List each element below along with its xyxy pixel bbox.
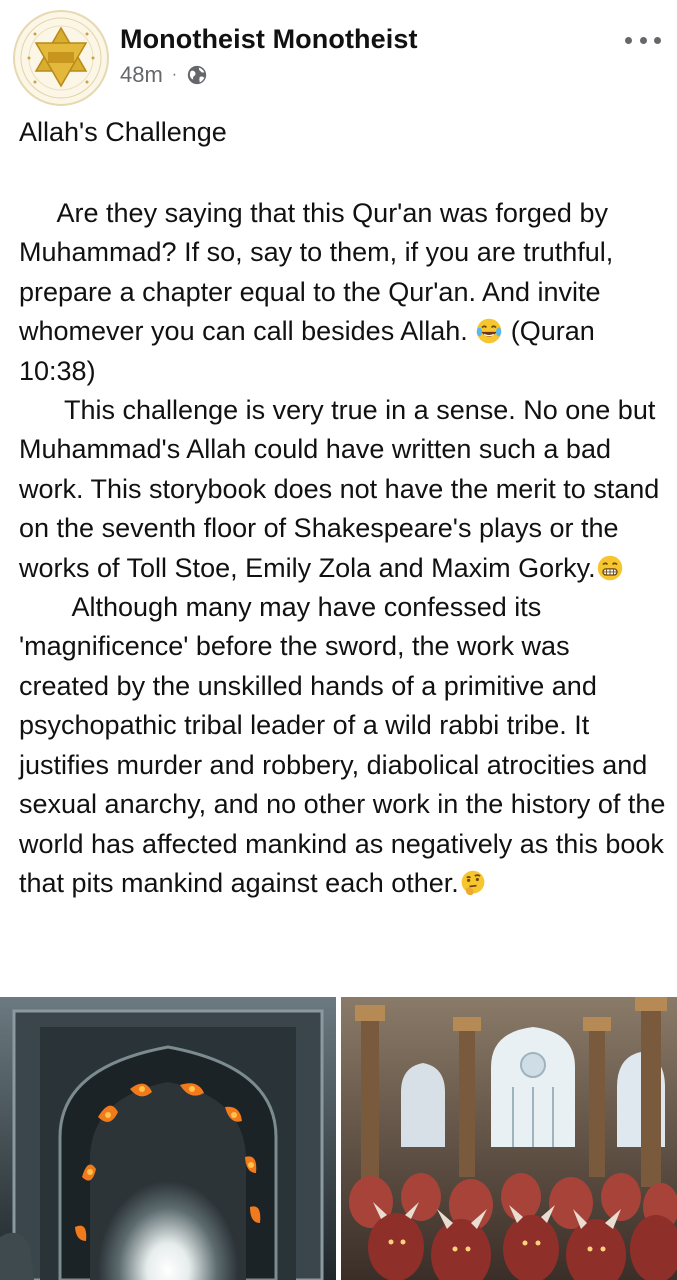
grinning-face-with-smiling-eyes-emoji (597, 555, 622, 580)
meta-separator: · (171, 66, 178, 83)
post-header: Monotheist Monotheist 48m · (0, 0, 677, 110)
author-avatar[interactable] (13, 10, 109, 106)
post-time[interactable]: 48m (120, 62, 163, 88)
globe-icon[interactable] (186, 64, 208, 86)
post-paragraph: Are they saying that this Qur'an was for… (19, 198, 621, 386)
burning-mosque-doorway-image[interactable] (0, 997, 336, 1280)
face-with-tears-of-joy-emoji (477, 318, 502, 344)
post-body: Are they saying that this Qur'an was for… (19, 194, 667, 903)
star-of-david-logo (17, 14, 105, 102)
more-options-icon[interactable] (625, 30, 661, 50)
crowd-of-demons-image[interactable] (341, 997, 677, 1280)
thinking-face-emoji (461, 870, 485, 896)
author-name[interactable]: Monotheist Monotheist (120, 24, 418, 55)
post-image-grid (0, 997, 677, 1280)
post-title: Allah's Challenge (19, 117, 227, 147)
post-paragraph: This challenge is very true in a sense. … (19, 395, 667, 583)
post-paragraph: Although many may have confessed its 'ma… (19, 592, 673, 898)
post-meta: 48m · (120, 62, 208, 88)
